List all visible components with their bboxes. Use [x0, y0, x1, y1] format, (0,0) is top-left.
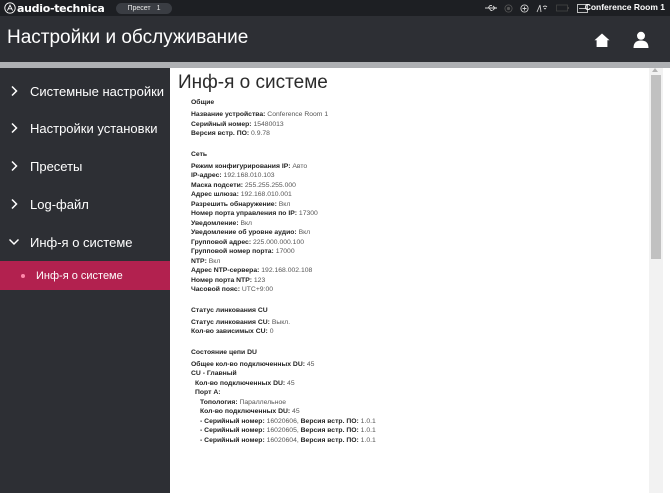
sidebar-item-label: Настройки установки	[30, 120, 158, 136]
info-row-multicast-address: Групповой адрес: 225.000.000.100	[191, 238, 305, 246]
section-heading-cu-link: Статус линкования CU	[191, 306, 268, 314]
header-bar: Настройки и обслуживание	[0, 16, 670, 62]
info-row-subnet-mask: Маска подсети: 255.255.255.000	[191, 181, 296, 189]
preset-indicator: Пресет 1	[116, 3, 172, 14]
info-row-gateway: Адрес шлюза: 192.168.010.001	[191, 191, 292, 198]
preset-number: 1	[156, 5, 161, 12]
brand-logo: audio-technica	[4, 1, 105, 15]
battery-icon	[556, 4, 570, 12]
info-row-port-du-count: Кол-во подключенных DU: 45	[200, 408, 300, 415]
scroll-up-arrow-icon[interactable]	[652, 68, 658, 72]
record-icon	[504, 4, 513, 13]
user-account-button[interactable]	[633, 31, 649, 48]
audio-technica-logo-icon	[4, 2, 16, 14]
section-heading-general: Общие	[191, 99, 215, 106]
info-row-dependent-cu-count: Кол-во зависимых CU: 0	[191, 328, 274, 335]
section-heading-du-chain: Состояние цепи DU	[191, 348, 257, 356]
sidebar-item-system-info[interactable]: Инф-я о системе	[0, 222, 170, 262]
home-icon	[594, 33, 610, 47]
sidebar-item-system-settings[interactable]: Системные настройки	[0, 71, 170, 111]
top-status-bar: audio-technica Пресет 1 Conference Room …	[0, 0, 670, 16]
info-row-ntp-server: Адрес NTP-сервера: 192.168.002.108	[191, 267, 313, 274]
sidebar-subitem-system-info[interactable]: Инф-я о системе	[0, 261, 170, 290]
sidebar-item-label: Log-файл	[30, 196, 89, 212]
info-row-total-du: Общее кол-во подключенных DU: 45	[191, 360, 315, 368]
preset-label: Пресет	[127, 5, 151, 12]
system-info-body: Общие Название устройства: Conference Ro…	[191, 98, 641, 445]
chevron-right-icon	[11, 85, 18, 97]
info-row-serial-number: Серийный номер: 15480013	[191, 120, 284, 128]
info-row-port-a: Порт A:	[195, 389, 221, 396]
brand-name: audio-technica	[17, 1, 105, 15]
chevron-right-icon	[11, 160, 18, 172]
sidebar-subitem-label: Инф-я о системе	[36, 269, 123, 282]
info-row-device-name: Название устройства: Conference Room 1	[191, 111, 329, 118]
room-name: Conference Room 1	[584, 2, 665, 12]
sidebar-item-installation-settings[interactable]: Настройки установки	[0, 108, 170, 148]
bullet-icon	[21, 273, 25, 278]
info-row-ntp: NTP: Вкл	[191, 257, 221, 265]
sidebar-item-label: Системные настройки	[30, 83, 165, 99]
sidebar-item-label: Пресеты	[30, 158, 83, 174]
info-row-timezone: Часовой пояс: UTC+9:00	[191, 286, 274, 293]
info-row-ntp-port: Номер порта NTP: 123	[191, 276, 266, 284]
section-heading-network: Сеть	[191, 150, 208, 158]
usb-icon	[485, 4, 497, 12]
info-row-ip-address: IP-адрес: 192.168.010.103	[191, 172, 275, 179]
info-row-cu-main: CU - Главный	[191, 370, 237, 377]
info-row-ip-mode: Режим конфигурирования IP: Авто	[191, 162, 308, 170]
sidebar-item-label: Инф-я о системе	[30, 234, 133, 250]
info-row-cu-link-status: Статус линкования CU: Выкл.	[191, 318, 291, 326]
chevron-right-icon	[11, 198, 18, 210]
antenna-icon	[536, 3, 549, 13]
info-row-notification: Уведомление: Вкл	[191, 219, 253, 227]
info-row-discovery: Разрешить обнаружение: Вкл	[191, 200, 291, 208]
sidebar-item-log-file[interactable]: Log-файл	[0, 184, 170, 224]
page-title: Настройки и обслуживание	[7, 27, 249, 48]
sidebar-item-presets[interactable]: Пресеты	[0, 146, 170, 186]
info-row-audio-level-notification: Уведомление об уровне аудио: Вкл	[191, 229, 311, 236]
info-row-topology: Топология: Параллельное	[200, 398, 287, 406]
scrollbar-thumb[interactable]	[651, 75, 661, 259]
home-button[interactable]	[594, 32, 610, 48]
main-content: Инф-я о системе Общие Название устройств…	[170, 68, 670, 493]
sidebar: Системные настройки Настройки установки …	[0, 68, 170, 493]
info-row-ip-control-port: Номер порта управления по IP: 17300	[191, 210, 318, 217]
info-row-du-serial: - Серийный номер: 16020606, Версия встр.…	[200, 417, 376, 425]
chevron-down-icon	[9, 238, 19, 246]
link-icon	[520, 3, 529, 13]
info-row-multicast-port: Групповой номер порта: 17000	[191, 248, 295, 255]
info-row-du-serial: - Серийный номер: 16020605, Версия встр.…	[200, 427, 376, 434]
info-row-du-serial: - Серийный номер: 16020604, Версия встр.…	[200, 436, 376, 444]
chevron-right-icon	[11, 122, 18, 134]
info-row-firmware-version: Версия встр. ПО: 0.9.78	[191, 130, 270, 137]
status-icons	[485, 1, 588, 15]
user-icon	[633, 31, 649, 48]
content-title: Инф-я о системе	[178, 72, 328, 93]
info-row-cu-du-count: Кол-во подключенных DU: 45	[195, 379, 295, 387]
